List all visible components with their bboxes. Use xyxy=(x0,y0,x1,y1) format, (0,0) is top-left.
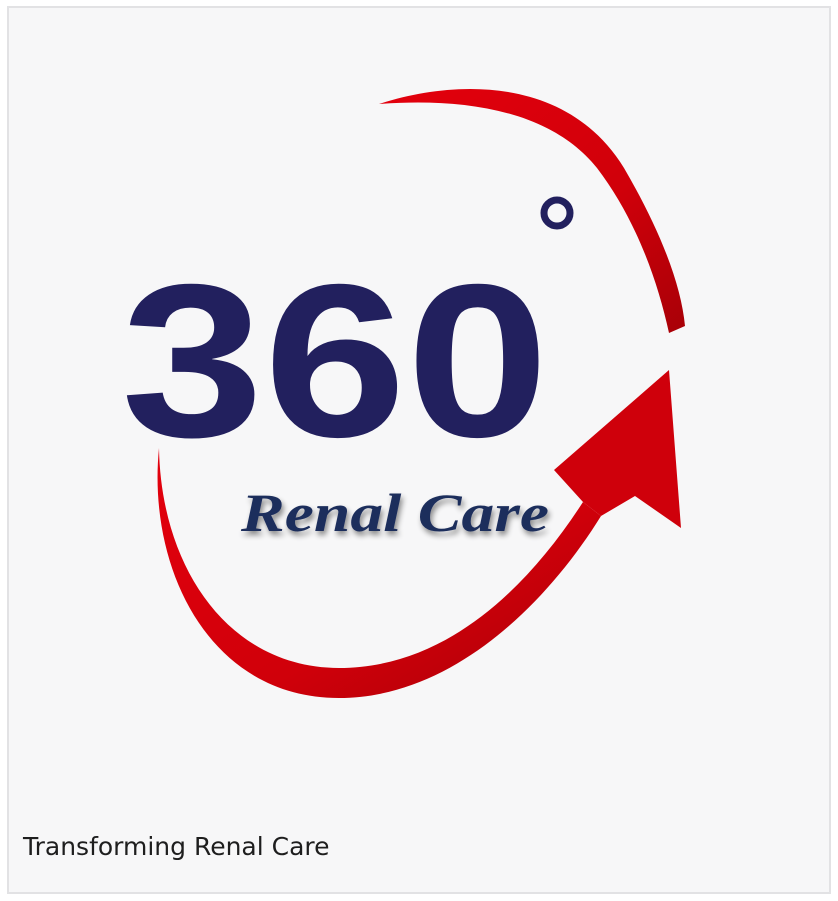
logo-number: 360 xyxy=(121,240,549,483)
logo-360-renal-care: 360 Renal Care xyxy=(121,88,685,698)
logo-card: 360 Renal Care Transforming Renal Care xyxy=(7,6,831,894)
tagline-caption: Transforming Renal Care xyxy=(23,832,330,861)
degree-symbol xyxy=(540,196,574,230)
logo-wordmark: Renal Care xyxy=(240,483,549,543)
swoosh-arrow-head xyxy=(554,370,681,528)
